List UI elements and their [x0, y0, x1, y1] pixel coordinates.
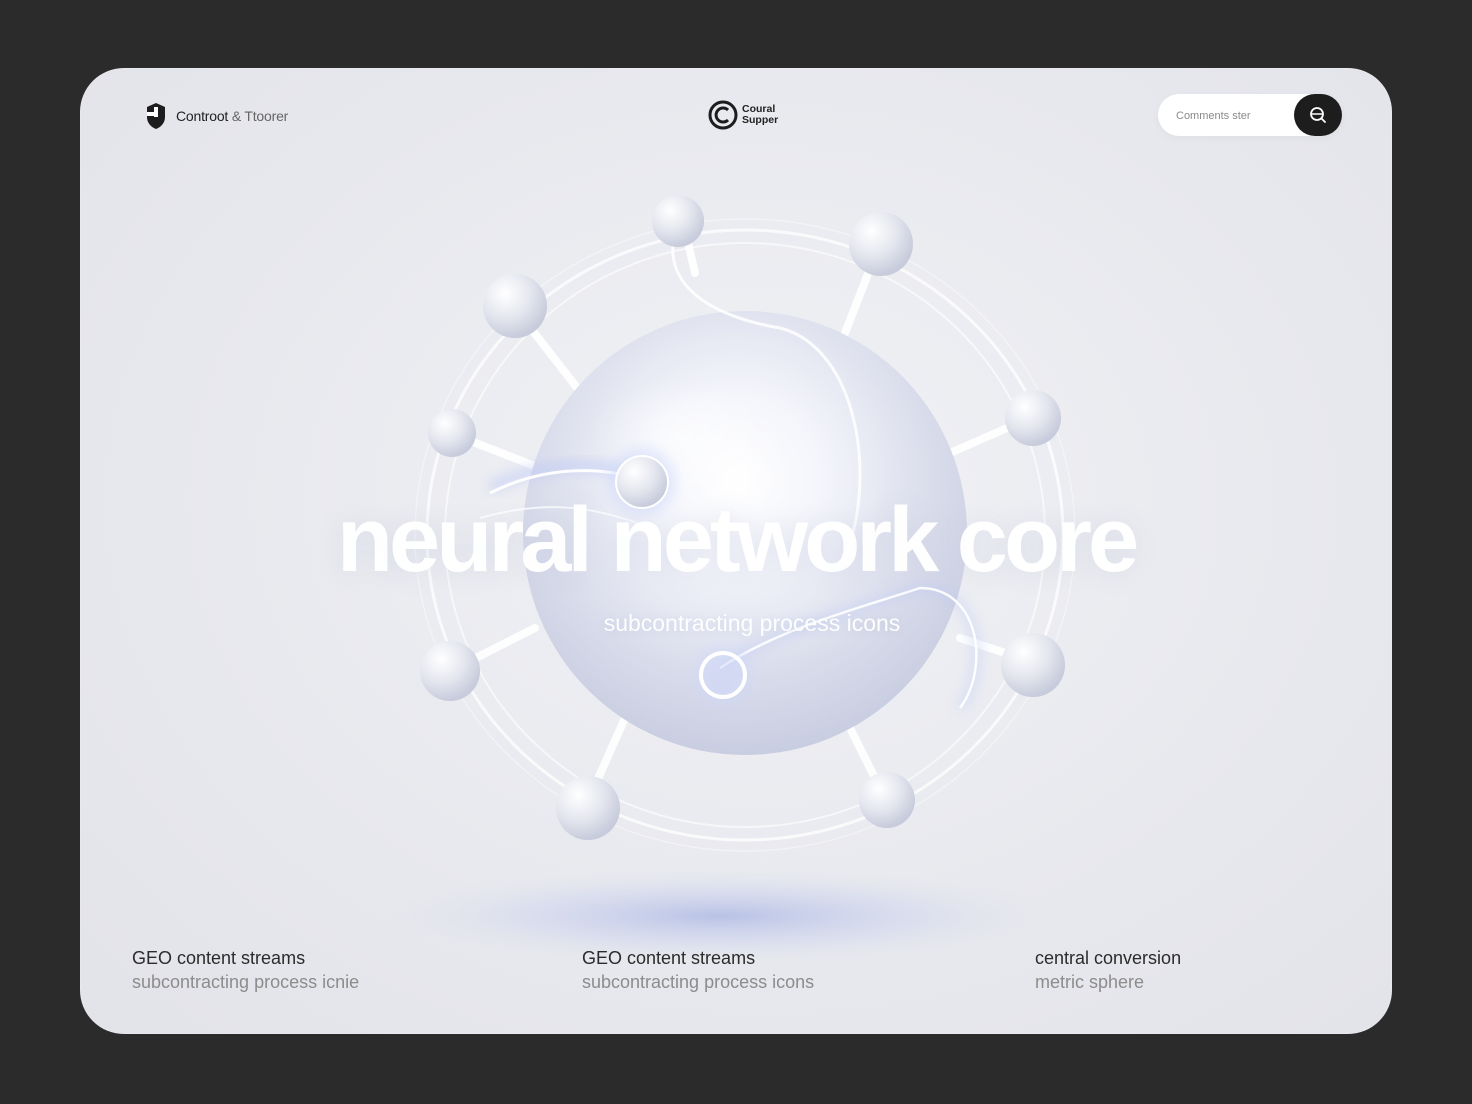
search-bar — [1158, 94, 1342, 136]
center-logo-line2: Supper — [742, 114, 779, 126]
hero-subtitle: subcontracting process icons — [603, 610, 901, 636]
feature-description: metric sphere — [1035, 972, 1145, 992]
feature-title: GEO content streams — [132, 948, 306, 968]
c-circle-logo-icon — [708, 100, 738, 130]
main-card: Controot & Ttoorer Coural Supper neural … — [80, 68, 1392, 1034]
puzzle-shield-icon — [144, 101, 168, 131]
search-input[interactable] — [1174, 102, 1288, 130]
center-logo[interactable]: Coural Supper — [708, 100, 778, 130]
search-button[interactable] — [1294, 94, 1342, 136]
feature-title: GEO content streams — [582, 948, 756, 968]
feature-item: GEO content streams subcontracting proce… — [132, 946, 452, 994]
feature-description: subcontracting process icnie — [132, 972, 360, 992]
brand-secondary: & Ttoorer — [231, 108, 289, 124]
feature-item: central conversion metric sphere — [1035, 946, 1355, 994]
feature-description: subcontracting process icons — [582, 972, 815, 992]
feature-item: GEO content streams subcontracting proce… — [582, 946, 902, 994]
search-icon — [1310, 107, 1326, 123]
hero-title: neural network core — [336, 489, 1139, 591]
brand[interactable]: Controot & Ttoorer — [144, 100, 288, 132]
feature-title: central conversion — [1035, 948, 1182, 968]
brand-primary: Controot — [176, 108, 229, 124]
